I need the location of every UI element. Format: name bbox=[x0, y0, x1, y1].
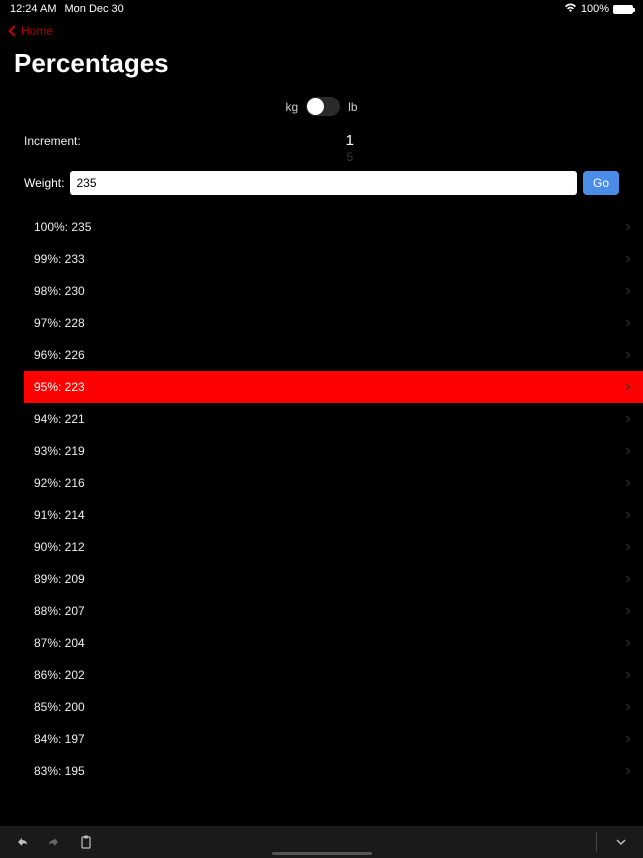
table-row[interactable]: 98%: 230 bbox=[0, 275, 643, 307]
increment-row: Increment: 1 5 bbox=[0, 132, 643, 171]
unit-kg-label: kg bbox=[285, 100, 298, 114]
chevron-right-icon bbox=[623, 415, 630, 422]
table-row[interactable]: 96%: 226 bbox=[0, 339, 643, 371]
chevron-right-icon bbox=[623, 479, 630, 486]
chevron-right-icon bbox=[623, 671, 630, 678]
increment-next: 5 bbox=[81, 150, 619, 164]
increment-value: 1 bbox=[81, 132, 619, 149]
unit-lb-label: lb bbox=[348, 100, 357, 114]
chevron-right-icon bbox=[623, 607, 630, 614]
toggle-knob bbox=[307, 98, 324, 115]
chevron-right-icon bbox=[623, 319, 630, 326]
table-row[interactable]: 99%: 233 bbox=[0, 243, 643, 275]
weight-input[interactable] bbox=[70, 171, 577, 195]
chevron-right-icon bbox=[623, 511, 630, 518]
chevron-right-icon bbox=[623, 383, 630, 390]
table-row[interactable]: 97%: 228 bbox=[0, 307, 643, 339]
chevron-right-icon bbox=[623, 351, 630, 358]
table-row[interactable]: 83%: 195 bbox=[0, 755, 643, 787]
table-row[interactable]: 95%: 223 bbox=[24, 371, 643, 403]
table-row[interactable]: 85%: 200 bbox=[0, 691, 643, 723]
page-title: Percentages bbox=[0, 44, 643, 91]
chevron-right-icon bbox=[623, 767, 630, 774]
dismiss-keyboard-icon[interactable] bbox=[613, 834, 629, 850]
increment-label: Increment: bbox=[24, 134, 81, 148]
chevron-right-icon bbox=[623, 703, 630, 710]
table-row[interactable]: 88%: 207 bbox=[0, 595, 643, 627]
table-row[interactable]: 100%: 235 bbox=[0, 211, 643, 243]
table-row[interactable]: 90%: 212 bbox=[0, 531, 643, 563]
table-row[interactable]: 93%: 219 bbox=[0, 435, 643, 467]
table-row[interactable]: 86%: 202 bbox=[0, 659, 643, 691]
chevron-right-icon bbox=[623, 255, 630, 262]
unit-toggle-row: kg lb bbox=[0, 91, 643, 132]
weight-row: Weight: Go bbox=[0, 171, 643, 205]
table-row[interactable]: 92%: 216 bbox=[0, 467, 643, 499]
status-date: Mon Dec 30 bbox=[64, 3, 123, 15]
battery-icon bbox=[613, 5, 633, 14]
chevron-right-icon bbox=[623, 735, 630, 742]
chevron-left-icon bbox=[8, 25, 19, 36]
table-row[interactable]: 87%: 204 bbox=[0, 627, 643, 659]
home-indicator[interactable] bbox=[272, 852, 372, 855]
back-label: Home bbox=[21, 24, 53, 38]
status-bar: 12:24 AM Mon Dec 30 100% bbox=[0, 0, 643, 18]
wifi-icon bbox=[564, 3, 577, 16]
redo-icon[interactable] bbox=[46, 834, 62, 850]
battery-percent: 100% bbox=[581, 3, 609, 15]
toolbar-divider bbox=[596, 832, 597, 852]
chevron-right-icon bbox=[623, 543, 630, 550]
weight-label: Weight: bbox=[24, 176, 64, 190]
chevron-right-icon bbox=[623, 639, 630, 646]
chevron-right-icon bbox=[623, 447, 630, 454]
increment-picker[interactable]: 1 5 bbox=[81, 132, 619, 149]
back-button[interactable]: Home bbox=[10, 24, 53, 38]
chevron-right-icon bbox=[623, 575, 630, 582]
undo-icon[interactable] bbox=[14, 834, 30, 850]
chevron-right-icon bbox=[623, 287, 630, 294]
table-row[interactable]: 89%: 209 bbox=[0, 563, 643, 595]
table-row[interactable]: 94%: 221 bbox=[0, 403, 643, 435]
table-row[interactable]: 91%: 214 bbox=[0, 499, 643, 531]
nav-bar: Home bbox=[0, 18, 643, 44]
status-time: 12:24 AM bbox=[10, 3, 56, 15]
table-row[interactable]: 84%: 197 bbox=[0, 723, 643, 755]
go-button[interactable]: Go bbox=[583, 171, 619, 195]
chevron-right-icon bbox=[623, 223, 630, 230]
clipboard-icon[interactable] bbox=[78, 834, 94, 850]
percentage-list: 100%: 23599%: 23398%: 23097%: 22896%: 22… bbox=[0, 205, 643, 787]
unit-toggle[interactable] bbox=[306, 97, 340, 116]
